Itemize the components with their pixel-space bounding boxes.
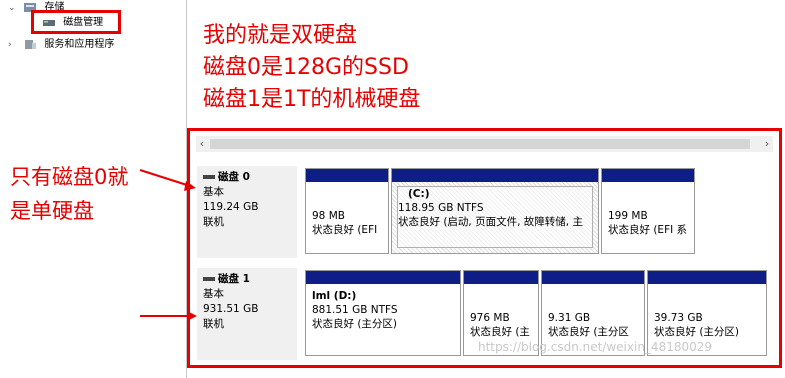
watermark: https://blog.csdn.net/weixin_48180029 [478, 340, 713, 354]
arrow-head [187, 311, 197, 321]
annotation-arrows [139, 169, 197, 321]
arrow-line [139, 169, 191, 187]
arrow-head [184, 181, 196, 191]
